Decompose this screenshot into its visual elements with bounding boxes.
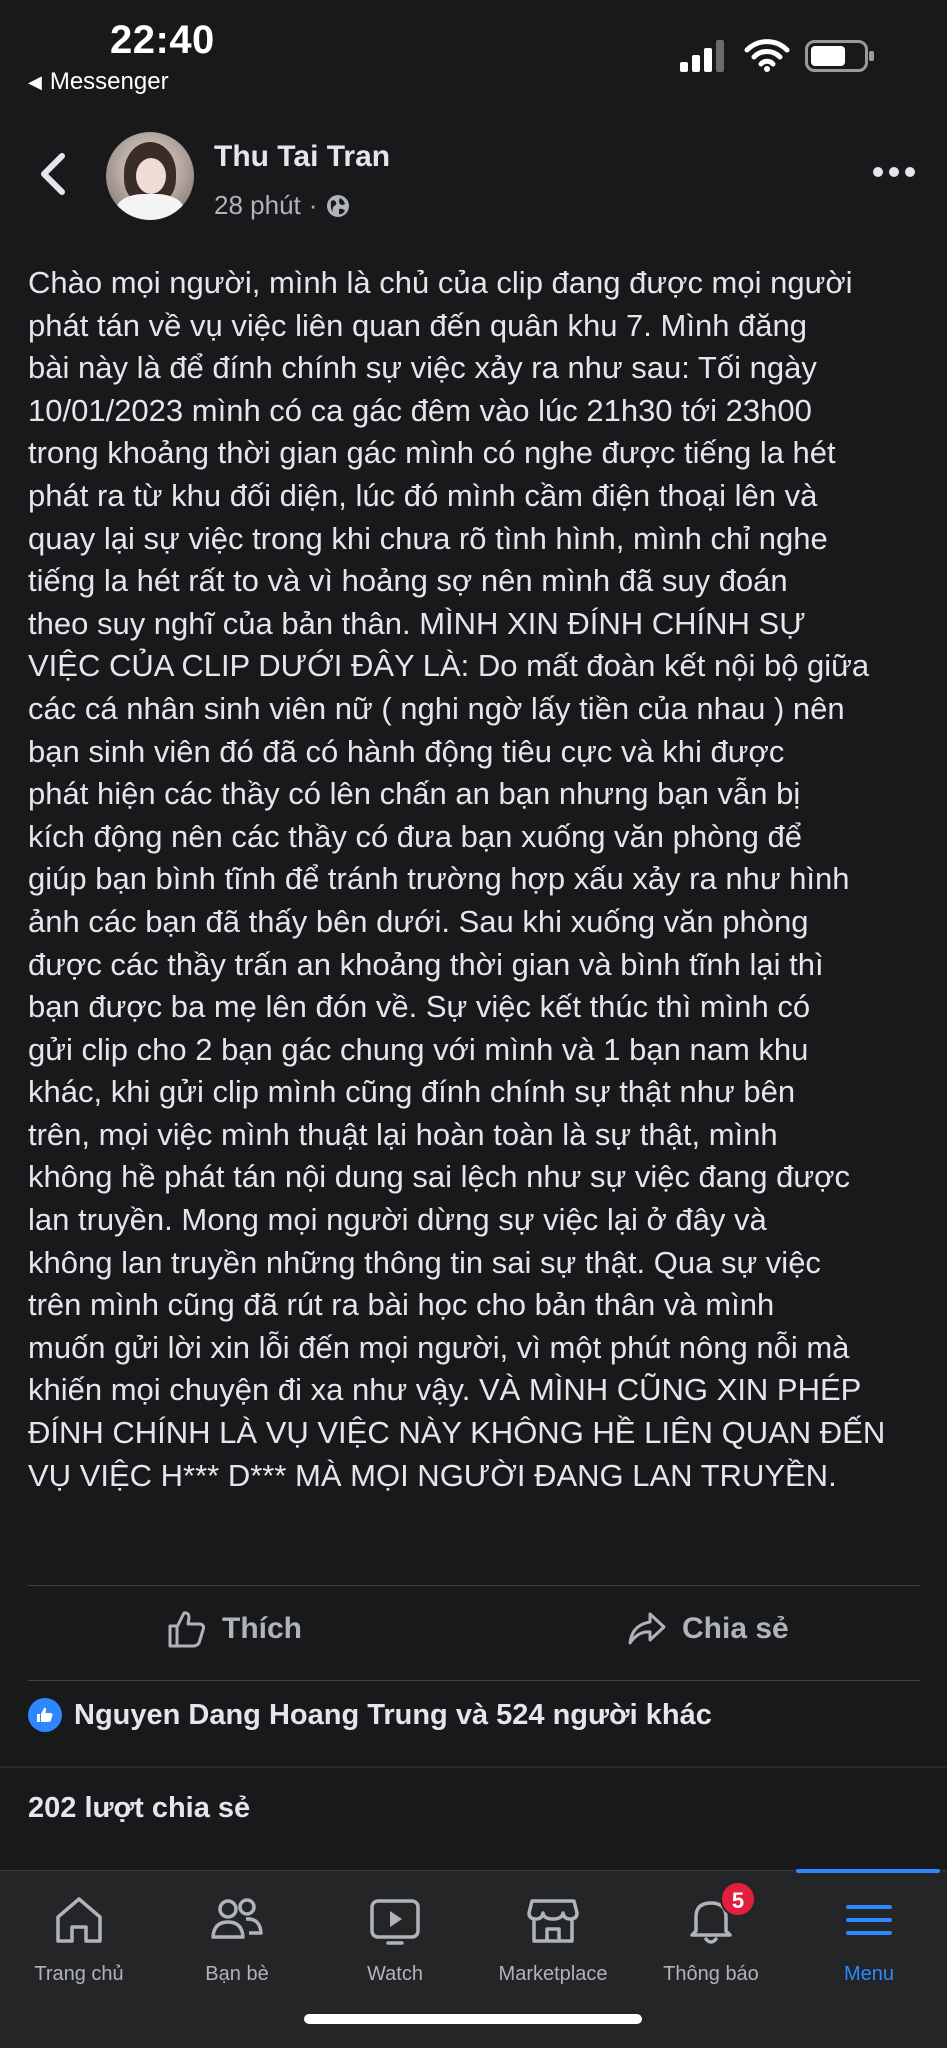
post-actions: Thích Chia sẻ	[0, 1586, 947, 1680]
post-body-line: gửi clip cho 2 bạn gác chung với mình và…	[28, 1031, 809, 1067]
tab-home[interactable]: Trang chủ	[0, 1871, 158, 2001]
tab-label: Marketplace	[498, 1963, 608, 1985]
post-body-line: được các thầy trấn an khoảng thời gian v…	[28, 946, 824, 982]
post-body-text: Chào mọi người, mình là chủ của clip đan…	[28, 262, 920, 1497]
post-body-line: 10/01/2023 mình có ca gác đêm vào lúc 21…	[28, 392, 812, 428]
post-body-line: kích động nên các thầy có đưa bạn xuống …	[28, 818, 802, 854]
post-body-line: trong khoảng thời gian gác mình có nghe …	[28, 435, 836, 471]
post-body-line: không lan truyền những thông tin sai sự …	[28, 1244, 821, 1280]
post-body-line: ảnh các bạn đã thấy bên dưới. Sau khi xu…	[28, 903, 809, 939]
tab-label: Trang chủ	[34, 1963, 124, 1985]
post-body-line: quay lại sự việc trong khi chưa rõ tình …	[28, 520, 828, 556]
back-app-label: Messenger	[49, 68, 169, 95]
home-indicator	[304, 2014, 642, 2024]
post-body-line: lan truyền. Mong mọi người dừng sự việc …	[28, 1202, 767, 1238]
tab-friends[interactable]: Bạn bè	[158, 1871, 316, 2001]
thumbs-up-icon	[168, 1611, 206, 1648]
post-body-line: VIỆC CỦA CLIP DƯỚI ĐÂY LÀ: Do mất đoàn k…	[28, 648, 870, 684]
friends-icon	[211, 1898, 263, 1939]
meta-separator: ·	[308, 190, 318, 220]
post-body-line: Chào mọi người, mình là chủ của clip đan…	[28, 265, 853, 300]
like-button[interactable]: Thích	[166, 1608, 302, 1650]
tab-menu[interactable]: Menu	[790, 1871, 947, 2001]
section-separator	[0, 1766, 947, 1768]
share-label: Chia sẻ	[682, 1612, 789, 1645]
back-chevron-icon[interactable]	[36, 152, 70, 196]
marketplace-icon	[527, 1899, 579, 1943]
tab-label: Watch	[367, 1963, 423, 1985]
post-body-line: khác, khi gửi clip mình cũng đính chính …	[28, 1074, 796, 1110]
back-triangle-icon: ◀	[28, 71, 42, 92]
like-reaction-icon	[28, 1698, 62, 1732]
post-body-line: giúp bạn bình tĩnh để tránh trường hợp x…	[28, 861, 850, 897]
post-body-line: các cá nhân sinh viên nữ ( nghi ngờ lấy …	[28, 690, 845, 726]
more-options-icon[interactable]	[872, 164, 916, 180]
post-body-line: theo suy nghĩ của bản thân. MÌNH XIN ĐÍN…	[28, 605, 806, 641]
tab-label: Bạn bè	[205, 1963, 269, 1985]
menu-icon	[846, 1905, 892, 1935]
divider	[28, 1680, 920, 1681]
post-body-line: không hề phát tán nội dung sai lệch như …	[28, 1159, 850, 1195]
reactions-text: Nguyen Dang Hoang Trung và 524 người khá…	[74, 1698, 712, 1731]
globe-icon	[327, 194, 350, 217]
post-body-line: ĐÍNH CHÍNH LÀ VỤ VIỆC NÀY KHÔNG HỀ LIÊN …	[28, 1415, 886, 1451]
post-body-line: phát hiện các thầy có lên chấn an bạn nh…	[28, 776, 801, 812]
wifi-icon	[744, 39, 790, 72]
tab-label: Menu	[843, 1963, 895, 1985]
share-arrow-icon	[628, 1612, 666, 1645]
post-body-line: khiến mọi chuyện đi xa như vậy. VÀ MÌNH …	[28, 1372, 862, 1408]
post-body-line: bài này là để đính chính sự việc xảy ra …	[28, 350, 817, 386]
post-meta: 28 phút ·	[214, 190, 351, 221]
tab-watch[interactable]: Watch	[316, 1871, 474, 2001]
cellular-signal-icon	[680, 40, 724, 72]
watch-icon	[370, 1899, 420, 1945]
post-body-line: trên mình cũng đã rút ra bài học cho bản…	[28, 1287, 775, 1323]
post-body-line: muốn gửi lời xin lỗi đến mọi người, vì m…	[28, 1329, 850, 1365]
post-body-line: trên, mọi việc mình thuật lại hoàn toàn …	[28, 1116, 778, 1152]
reactions-summary[interactable]: Nguyen Dang Hoang Trung và 524 người khá…	[28, 1698, 712, 1732]
back-to-messenger-link[interactable]: ◀ Messenger	[28, 68, 169, 96]
post-body-line: bạn được ba mẹ lên đón về. Sự việc kết t…	[28, 989, 811, 1025]
author-avatar[interactable]	[106, 132, 194, 220]
post-time: 28 phút	[214, 190, 301, 220]
battery-icon	[805, 40, 874, 72]
share-button[interactable]: Chia sẻ	[626, 1608, 789, 1650]
post-body-line: phát tán về vụ việc liên quan đến quân k…	[28, 307, 808, 343]
tab-notifications[interactable]: 5 Thông báo	[632, 1871, 790, 2001]
post-body-line: tiếng la hét rất to và vì hoảng sợ nên m…	[28, 563, 788, 599]
status-time: 22:40	[110, 18, 215, 62]
tab-label: Thông báo	[663, 1963, 759, 1985]
status-bar: 22:40 ◀ Messenger	[0, 0, 947, 100]
home-icon	[56, 1897, 102, 1943]
post-body-line: bạn sinh viên đó đã có hành động tiêu cự…	[28, 733, 785, 769]
shares-count[interactable]: 202 lượt chia sẻ	[28, 1792, 250, 1825]
post-header: Thu Tai Tran 28 phút ·	[0, 118, 947, 238]
post-body-line: VỤ VIỆC H*** D*** MÀ MỌI NGƯỜI ĐANG LAN …	[28, 1457, 837, 1493]
notification-badge: 5	[720, 1881, 756, 1917]
author-name[interactable]: Thu Tai Tran	[214, 140, 390, 174]
post-body-line: phát ra từ khu đối diện, lúc đó mình cầm…	[28, 477, 818, 513]
tab-marketplace[interactable]: Marketplace	[474, 1871, 632, 2001]
like-label: Thích	[222, 1612, 302, 1645]
